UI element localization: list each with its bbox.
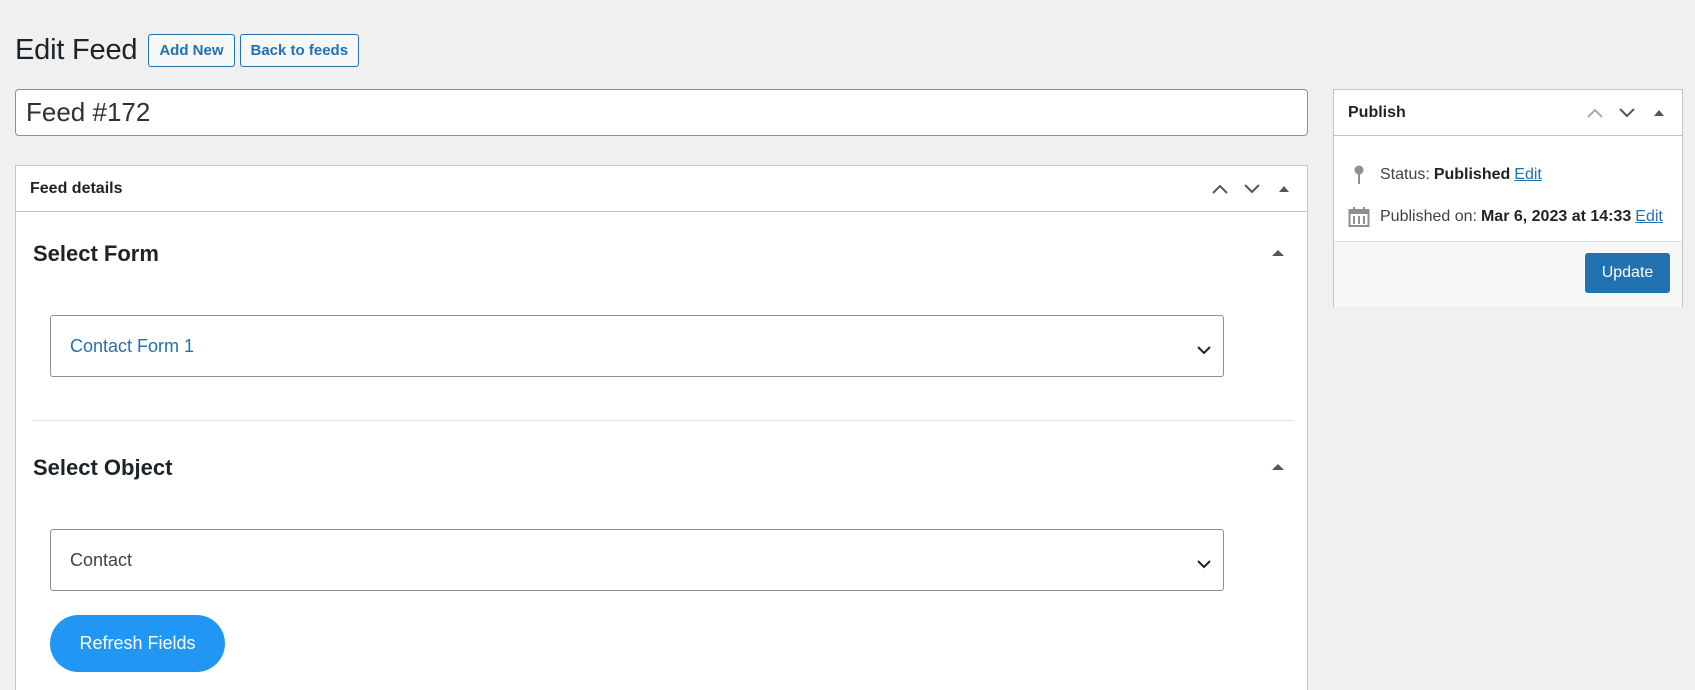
published-label: Published on: bbox=[1380, 208, 1477, 225]
page-header: Edit Feed Add New Back to feeds bbox=[15, 34, 364, 67]
publish-actions bbox=[1586, 104, 1668, 122]
toggle-arrow-icon[interactable] bbox=[1275, 180, 1293, 198]
publish-title: Publish bbox=[1348, 103, 1406, 121]
add-new-button[interactable]: Add New bbox=[148, 34, 235, 67]
chevron-down-icon[interactable] bbox=[1243, 180, 1261, 198]
select-form-title: Select Form bbox=[33, 241, 159, 266]
toggle-arrow-icon[interactable] bbox=[1270, 459, 1286, 475]
toggle-arrow-icon[interactable] bbox=[1650, 104, 1668, 122]
published-value: Mar 6, 2023 at 14:33 bbox=[1480, 208, 1632, 225]
chevron-up-icon[interactable] bbox=[1211, 180, 1229, 198]
published-edit-link[interactable]: Edit bbox=[1635, 208, 1663, 226]
feed-details-header: Feed details bbox=[16, 166, 1307, 212]
status-row: Status: Published Edit bbox=[1348, 164, 1542, 186]
update-button[interactable]: Update bbox=[1585, 253, 1670, 293]
section-divider bbox=[32, 420, 1293, 421]
publish-header: Publish bbox=[1334, 90, 1682, 136]
feed-details-actions bbox=[1211, 180, 1293, 198]
page-title: Edit Feed bbox=[15, 34, 138, 66]
publish-box: Publish Status: Published Edit Published… bbox=[1333, 89, 1683, 307]
status-edit-link[interactable]: Edit bbox=[1514, 166, 1542, 184]
refresh-fields-button[interactable]: Refresh Fields bbox=[50, 615, 225, 672]
feed-title-input[interactable]: Feed #172 bbox=[15, 89, 1308, 136]
select-object-dropdown[interactable]: Contact bbox=[50, 529, 1224, 591]
select-form-dropdown[interactable]: Contact Form 1 bbox=[50, 315, 1224, 377]
select-object-title: Select Object bbox=[33, 455, 173, 480]
chevron-down-icon bbox=[1197, 339, 1211, 360]
feed-details-title: Feed details bbox=[30, 179, 123, 197]
status-label: Status: bbox=[1380, 166, 1430, 183]
back-to-feeds-button[interactable]: Back to feeds bbox=[239, 34, 360, 67]
publish-actions-footer: Update bbox=[1334, 241, 1682, 307]
toggle-arrow-icon[interactable] bbox=[1270, 245, 1286, 261]
select-object-value: Contact bbox=[70, 549, 133, 570]
chevron-down-icon bbox=[1197, 553, 1211, 574]
select-form-value: Contact Form 1 bbox=[70, 335, 195, 356]
chevron-up-icon[interactable] bbox=[1586, 104, 1604, 122]
pin-icon bbox=[1348, 164, 1370, 186]
calendar-icon bbox=[1348, 206, 1370, 228]
feed-details-box: Feed details Select Form Contact Form 1 … bbox=[15, 165, 1308, 690]
published-row: Published on: Mar 6, 2023 at 14:33 Edit bbox=[1348, 206, 1663, 228]
status-value: Published bbox=[1433, 166, 1511, 183]
chevron-down-icon[interactable] bbox=[1618, 104, 1636, 122]
